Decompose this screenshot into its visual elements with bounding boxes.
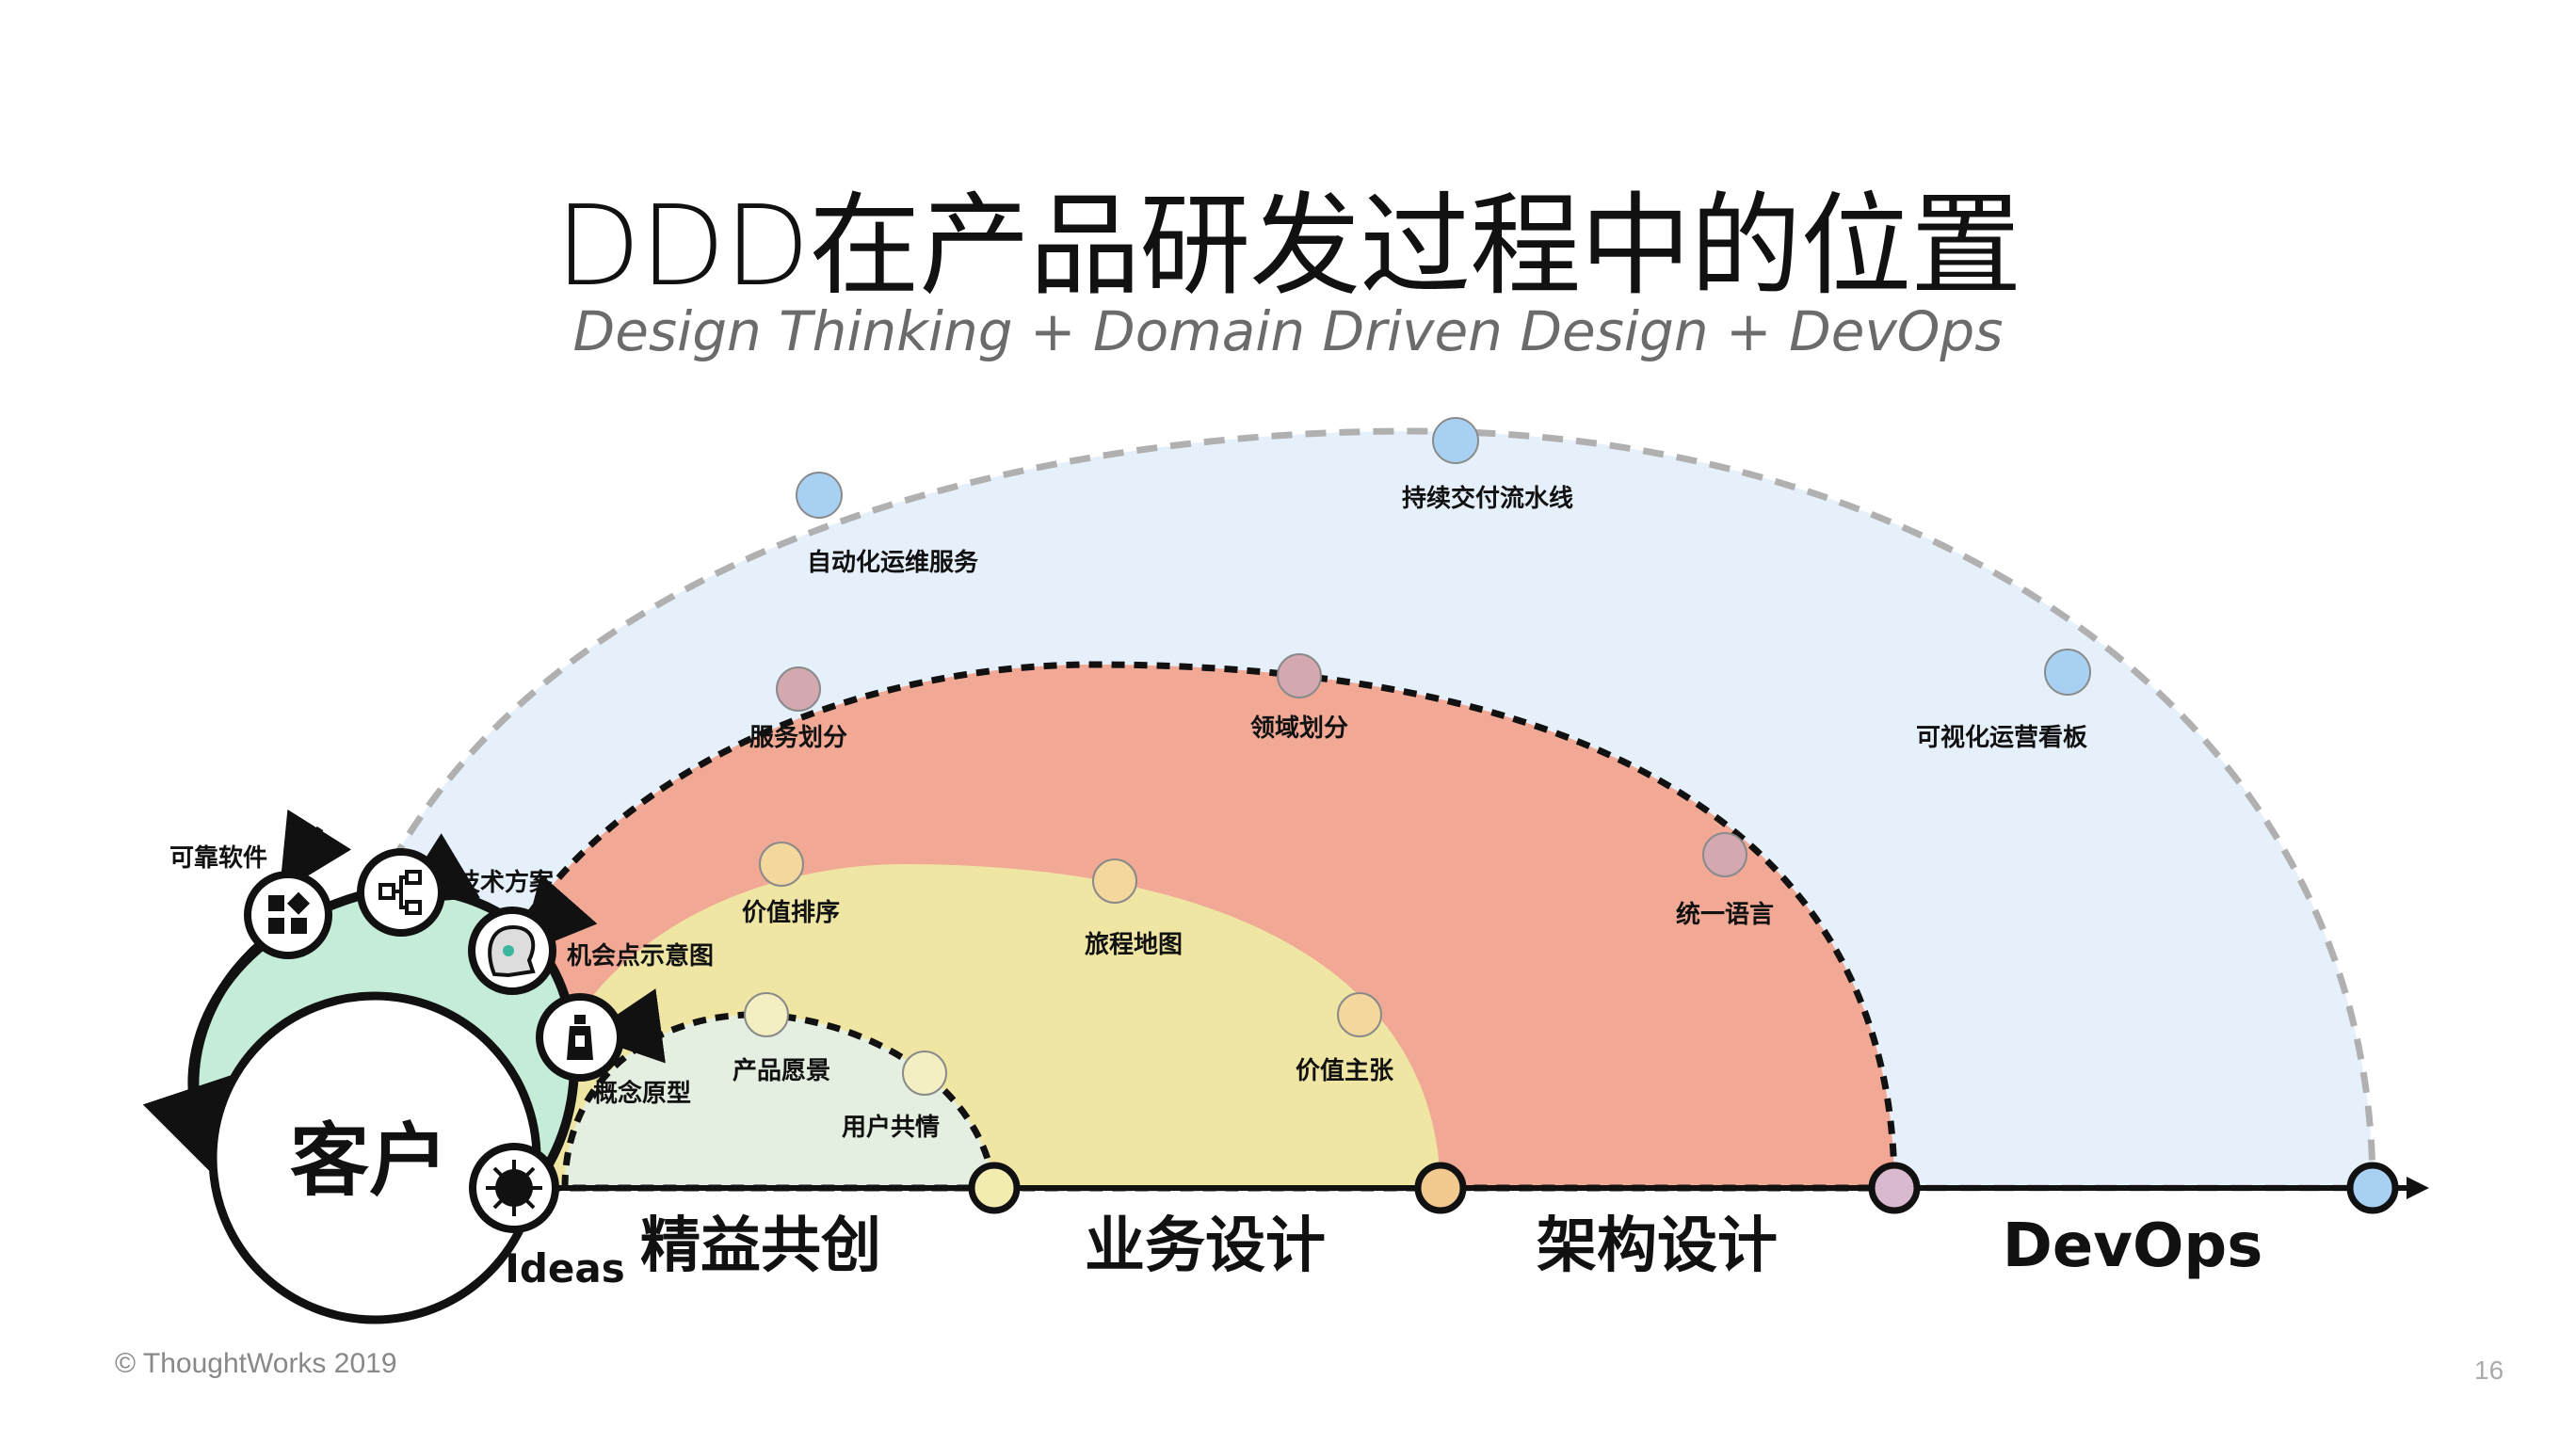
devops-node-1-label: 自动化运维服务 — [807, 548, 978, 577]
architecture-node-2-dot — [1277, 653, 1322, 698]
architecture-node-3-label: 统一语言 — [1676, 900, 1774, 929]
output-label-concept-prototype: 概念原型 — [593, 1079, 691, 1108]
business-node-2-label: 旅程地图 — [1085, 931, 1183, 959]
stage-label-architecture: 架构设计 — [1537, 1211, 1778, 1281]
stage-dot-business — [1414, 1162, 1467, 1214]
architecture-node-1-label: 服务划分 — [749, 724, 847, 752]
devops-node-1-dot — [796, 472, 843, 519]
axis-arrowhead — [2407, 1177, 2429, 1199]
output-reliable-software: 可靠软件 — [169, 844, 332, 959]
devops-node-2-dot — [1432, 417, 1479, 464]
stage-dot-lean — [968, 1162, 1021, 1214]
business-node-3-label: 价值主张 — [1296, 1057, 1394, 1085]
lean-to-output-arrow — [586, 988, 666, 1064]
idea-burst-icon — [486, 1160, 542, 1216]
business-node-1-dot — [759, 842, 804, 887]
output-label-opportunity-map: 机会点示意图 — [567, 941, 714, 971]
business-node-3-dot — [1337, 992, 1382, 1037]
architecture-node-1-dot — [776, 666, 821, 712]
devops-node-3-label: 可视化运营看板 — [1916, 724, 2087, 752]
output-label-tech-solution: 技术方案 — [456, 868, 555, 897]
head-idea-icon — [488, 924, 536, 978]
page-number: 16 — [2474, 1356, 2504, 1385]
devops-node-3-dot — [2044, 649, 2091, 696]
lean-node-1-dot — [744, 992, 789, 1037]
stage-dot-devops — [2346, 1162, 2399, 1214]
ideas-label: Ideas — [505, 1245, 625, 1292]
lean-node-2-label: 用户共情 — [842, 1113, 940, 1142]
devops-to-output-arrow — [279, 809, 352, 893]
lean-node-1-label: 产品愿景 — [733, 1057, 830, 1085]
copyright: © ThoughtWorks 2019 — [115, 1348, 397, 1379]
stage-dot-architecture — [1868, 1162, 1921, 1214]
stage-label-devops: DevOps — [2003, 1211, 2263, 1281]
architecture-node-3-dot — [1702, 832, 1747, 877]
business-node-1-label: 价值排序 — [742, 898, 840, 927]
architecture-node-2-label: 领域划分 — [1250, 714, 1348, 743]
stage-label-lean: 精益共创 — [640, 1211, 881, 1281]
customer-label: 客户 — [290, 1115, 448, 1207]
business-node-2-dot — [1092, 858, 1137, 904]
output-label-reliable-software: 可靠软件 — [169, 844, 267, 873]
devops-node-2-label: 持续交付流水线 — [1402, 484, 1573, 513]
ddd-process-diagram: 客户 精益共创 业务设计 架构设计 DevOps 自动化运维服务 持续交付流水线… — [142, 417, 2429, 1324]
lean-node-2-dot — [902, 1051, 947, 1096]
stage-label-business: 业务设计 — [1085, 1211, 1326, 1281]
